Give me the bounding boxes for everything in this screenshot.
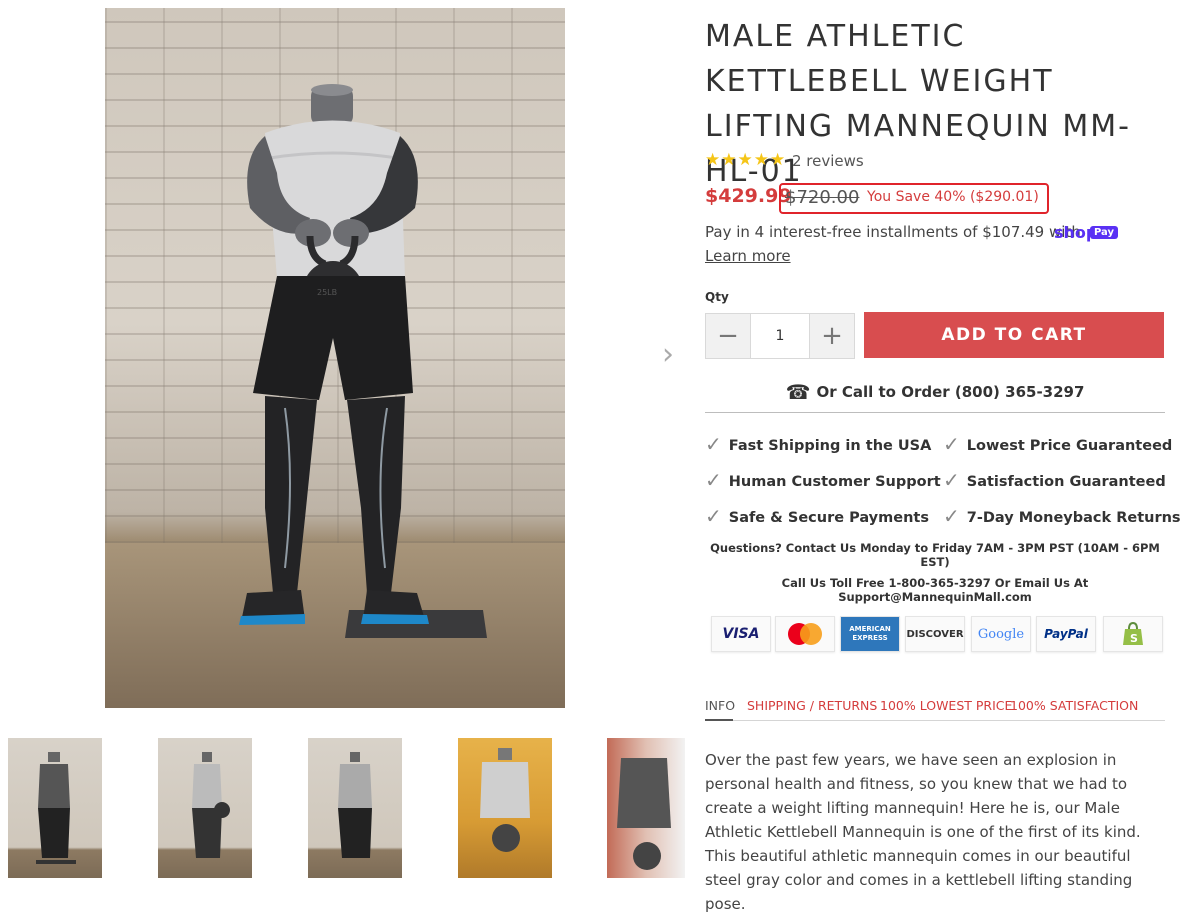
feature-secure-payments: ✓ Safe & Secure Payments [705,504,929,528]
savings-highlight-box [779,183,1049,214]
gallery-prev-arrow[interactable]: ‹ [0,340,2,370]
shopify-bag-icon: S [1103,616,1163,652]
discover-icon: DISCOVER [905,616,965,652]
learn-more-link[interactable]: Learn more [705,247,791,265]
feature-moneyback: ✓ 7-Day Moneyback Returns [943,504,1181,528]
thumbnail-4[interactable] [458,738,552,878]
thumbnail-5[interactable] [607,738,685,878]
thumbnail-3[interactable] [308,738,402,878]
kettlebell-label: 25LB [317,288,338,297]
google-icon: Google [971,616,1031,652]
check-icon: ✓ [943,468,960,492]
check-icon: ✓ [943,432,960,456]
amex-icon: AMERICAN EXPRESS [840,616,900,652]
mastercard-icon [775,616,835,652]
quantity-stepper: − 1 + [705,313,855,359]
gallery-next-arrow[interactable]: › [662,340,674,370]
check-icon: ✓ [705,504,722,528]
thumbnail-1[interactable] [8,738,102,878]
feature-fast-shipping: ✓ Fast Shipping in the USA [705,432,932,456]
tab-lowest-price[interactable]: 100% LOWEST PRICE [880,698,1012,713]
call-to-order[interactable]: ☎ Or Call to Order (800) 365-3297 [705,380,1165,404]
contact-hours: Questions? Contact Us Monday to Friday 7… [710,541,1160,569]
qty-plus-button[interactable]: + [810,314,854,358]
qty-input[interactable]: 1 [750,314,810,358]
tabs-underline [705,720,1165,721]
divider [705,412,1165,413]
reviews-link[interactable]: 2 reviews [792,152,864,170]
shop-pay-badge: Pay [1090,226,1119,239]
qty-label: Qty [705,290,729,304]
mannequin-figure [239,84,487,638]
paypal-icon: PayPal [1036,616,1096,652]
contact-phone-email: Call Us Toll Free 1-800-365-3297 Or Emai… [781,576,1089,604]
thumbnail-2[interactable] [158,738,252,878]
tab-satisfaction[interactable]: 100% SATISFACTION [1010,698,1138,713]
qty-minus-button[interactable]: − [706,314,750,358]
feature-human-support: ✓ Human Customer Support [705,468,941,492]
call-to-order-text: Or Call to Order (800) 365-3297 [816,383,1085,401]
installments-text: Pay in 4 interest-free installments of $… [705,223,1081,241]
check-icon: ✓ [705,468,722,492]
feature-lowest-price: ✓ Lowest Price Guaranteed [943,432,1173,456]
check-icon: ✓ [705,432,722,456]
tab-info[interactable]: INFO [705,698,735,713]
star-rating-icon[interactable]: ★★★★★ [705,150,786,170]
active-tab-indicator [705,719,733,721]
visa-icon: VISA [711,616,771,652]
svg-text:S: S [1130,632,1138,645]
main-product-image[interactable]: 25LB [105,8,565,708]
add-to-cart-button[interactable]: ADD TO CART [864,312,1164,358]
check-icon: ✓ [943,504,960,528]
phone-icon: ☎ [785,380,811,404]
tab-shipping-returns[interactable]: SHIPPING / RETURNS [747,698,877,713]
feature-satisfaction: ✓ Satisfaction Guaranteed [943,468,1166,492]
